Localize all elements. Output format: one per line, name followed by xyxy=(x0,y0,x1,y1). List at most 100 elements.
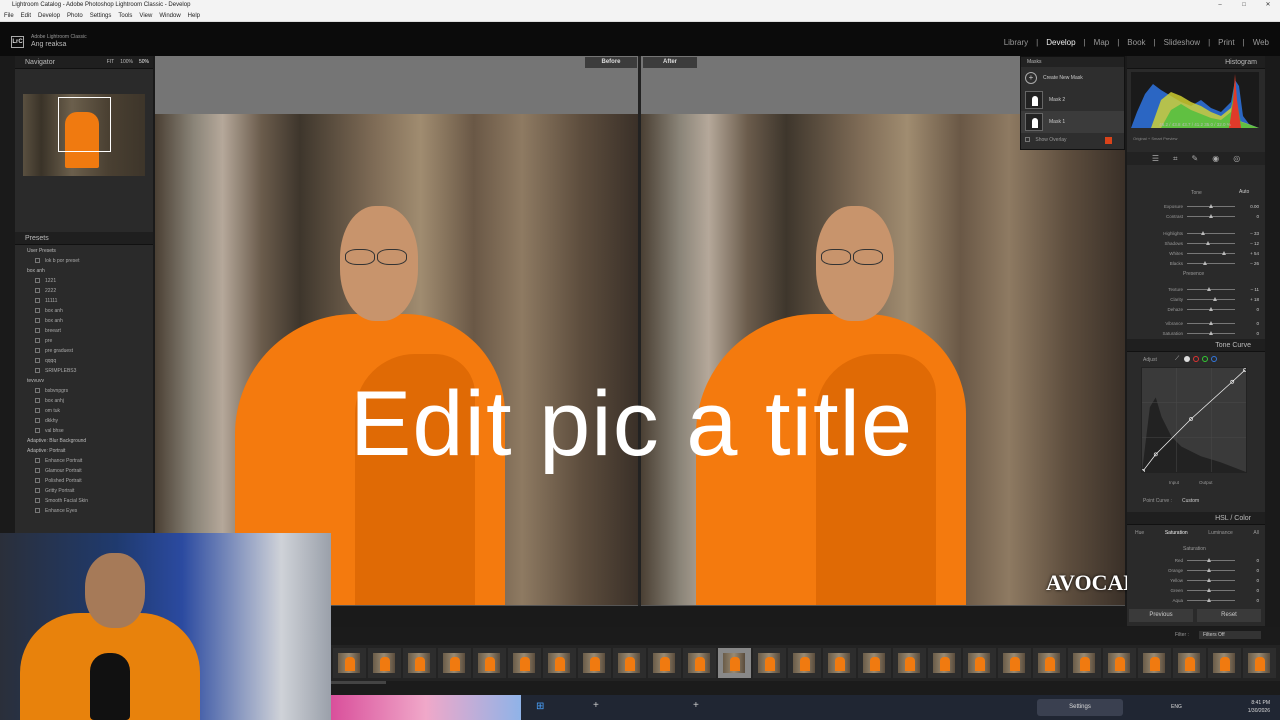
hsl-tab-all[interactable]: All xyxy=(1253,530,1259,536)
preset-item[interactable]: pre graduest xyxy=(15,346,153,356)
slider-clarity[interactable]: Clarity + 18 xyxy=(1133,295,1259,304)
histogram[interactable] xyxy=(1131,72,1259,128)
menu-window[interactable]: Window xyxy=(159,11,180,21)
zoom-fit[interactable]: FIT xyxy=(107,56,115,69)
hsl-slider-orange[interactable]: Orange 0 xyxy=(1133,566,1259,575)
preset-item[interactable]: Enhance Eyes xyxy=(15,506,153,516)
module-web[interactable]: Web xyxy=(1253,38,1269,47)
overlay-color-swatch[interactable] xyxy=(1105,137,1112,144)
slider-track[interactable] xyxy=(1187,263,1235,264)
filmstrip-thumbnail[interactable] xyxy=(963,648,996,678)
blue-channel-button[interactable] xyxy=(1211,356,1217,362)
slider-saturation[interactable]: Saturation 0 xyxy=(1133,329,1259,338)
slider-thumb[interactable] xyxy=(1207,558,1211,562)
module-print[interactable]: Print xyxy=(1218,38,1234,47)
preset-item[interactable]: lok b por preset xyxy=(15,256,153,266)
slider-value[interactable]: 0 xyxy=(1241,576,1259,585)
slider-thumb[interactable] xyxy=(1209,204,1213,208)
module-slideshow[interactable]: Slideshow xyxy=(1164,38,1200,47)
slider-track[interactable] xyxy=(1187,233,1235,234)
close-button[interactable]: ✕ xyxy=(1256,0,1280,11)
checkbox-icon[interactable] xyxy=(1025,137,1030,143)
slider-thumb[interactable] xyxy=(1201,231,1206,235)
slider-thumb[interactable] xyxy=(1207,578,1211,582)
preset-item[interactable]: qqqq xyxy=(15,356,153,366)
slider-thumb[interactable] xyxy=(1209,321,1213,325)
slider-track[interactable] xyxy=(1187,590,1235,591)
hsl-slider-aqua[interactable]: Aqua 0 xyxy=(1133,596,1259,605)
before-photo[interactable] xyxy=(155,114,638,605)
after-photo[interactable] xyxy=(641,114,1125,605)
module-library[interactable]: Library xyxy=(1004,38,1028,47)
filmstrip-thumbnail[interactable] xyxy=(403,648,436,678)
module-map[interactable]: Map xyxy=(1094,38,1110,47)
preset-group[interactable]: User Presets xyxy=(15,246,153,256)
slider-value[interactable]: – 12 xyxy=(1241,239,1259,248)
slider-track[interactable] xyxy=(1187,560,1235,561)
navigator-preview[interactable] xyxy=(23,94,145,176)
filmstrip-thumbnail[interactable] xyxy=(718,648,751,678)
preset-item[interactable]: box anh xyxy=(15,316,153,326)
point-curve-icon[interactable]: ⟋ xyxy=(1175,356,1181,362)
slider-whites[interactable]: Whites + 54 xyxy=(1133,249,1259,258)
filmstrip-thumbnail[interactable] xyxy=(893,648,926,678)
rgb-channel-button[interactable] xyxy=(1184,356,1190,362)
filmstrip-thumbnail[interactable] xyxy=(368,648,401,678)
slider-exposure[interactable]: Exposure 0.00 xyxy=(1133,202,1259,211)
filmstrip-thumbnail[interactable] xyxy=(613,648,646,678)
filmstrip-thumbnail[interactable] xyxy=(788,648,821,678)
preset-item[interactable]: Enhance Portrait xyxy=(15,456,153,466)
filmstrip-thumbnail[interactable] xyxy=(683,648,716,678)
hsl-header[interactable]: HSL / Color xyxy=(1127,512,1265,525)
settings-button[interactable]: Settings xyxy=(1037,699,1123,716)
healing-icon[interactable]: ✎ xyxy=(1192,152,1199,165)
hsl-tab-saturation[interactable]: Saturation xyxy=(1165,530,1188,536)
preset-group[interactable]: box anh xyxy=(15,266,153,276)
crop-icon[interactable]: ⌗ xyxy=(1173,152,1178,165)
preset-item[interactable]: box anh xyxy=(15,306,153,316)
slider-value[interactable]: 0 xyxy=(1241,556,1259,565)
slider-track[interactable] xyxy=(1187,299,1235,300)
slider-thumb[interactable] xyxy=(1221,251,1226,255)
language-indicator[interactable]: ENG xyxy=(1171,704,1182,710)
create-mask-button[interactable]: + Create New Mask xyxy=(1021,67,1124,89)
preset-item[interactable]: Gritty Portrait xyxy=(15,486,153,496)
menu-develop[interactable]: Develop xyxy=(38,11,60,21)
tone-curve-graph[interactable] xyxy=(1141,367,1247,473)
filmstrip-thumbnail[interactable] xyxy=(858,648,891,678)
filmstrip-thumbnail[interactable] xyxy=(578,648,611,678)
menu-photo[interactable]: Photo xyxy=(67,11,83,21)
preset-item[interactable]: val bhse xyxy=(15,426,153,436)
slider-thumb[interactable] xyxy=(1209,331,1213,335)
filmstrip-thumbnail[interactable] xyxy=(438,648,471,678)
preset-item[interactable]: bsbvnpgrs xyxy=(15,386,153,396)
preset-item[interactable]: 2222 xyxy=(15,286,153,296)
filmstrip-thumbnail[interactable] xyxy=(1068,648,1101,678)
filmstrip-scrollbar[interactable] xyxy=(331,681,386,684)
slider-value[interactable]: – 26 xyxy=(1241,259,1259,268)
preset-item[interactable]: 11111 xyxy=(15,296,153,306)
slider-track[interactable] xyxy=(1187,570,1235,571)
slider-value[interactable]: 0 xyxy=(1241,329,1259,338)
module-develop[interactable]: Develop xyxy=(1046,38,1075,47)
preset-item[interactable]: breeart xyxy=(15,326,153,336)
slider-track[interactable] xyxy=(1187,600,1235,601)
preset-item[interactable]: dkkhy xyxy=(15,416,153,426)
zoom-100[interactable]: 100% xyxy=(120,56,133,69)
hsl-tab-luminance[interactable]: Luminance xyxy=(1208,530,1232,536)
slider-value[interactable]: 0 xyxy=(1241,586,1259,595)
zoom-50[interactable]: 50% xyxy=(139,56,149,69)
slider-thumb[interactable] xyxy=(1209,214,1213,218)
slider-value[interactable]: 0 xyxy=(1241,596,1259,605)
slider-thumb[interactable] xyxy=(1213,297,1218,301)
filmstrip-thumbnail[interactable] xyxy=(648,648,681,678)
auto-tone-button[interactable]: Auto xyxy=(1239,189,1249,195)
slider-value[interactable]: + 54 xyxy=(1241,249,1259,258)
menu-help[interactable]: Help xyxy=(188,11,200,21)
slider-thumb[interactable] xyxy=(1207,598,1211,602)
slider-highlights[interactable]: Highlights – 33 xyxy=(1133,229,1259,238)
mask-item[interactable]: Mask 1 xyxy=(1021,111,1124,133)
histogram-header[interactable]: Histogram xyxy=(1127,56,1265,69)
slider-track[interactable] xyxy=(1187,253,1235,254)
filmstrip-thumbnail[interactable] xyxy=(508,648,541,678)
